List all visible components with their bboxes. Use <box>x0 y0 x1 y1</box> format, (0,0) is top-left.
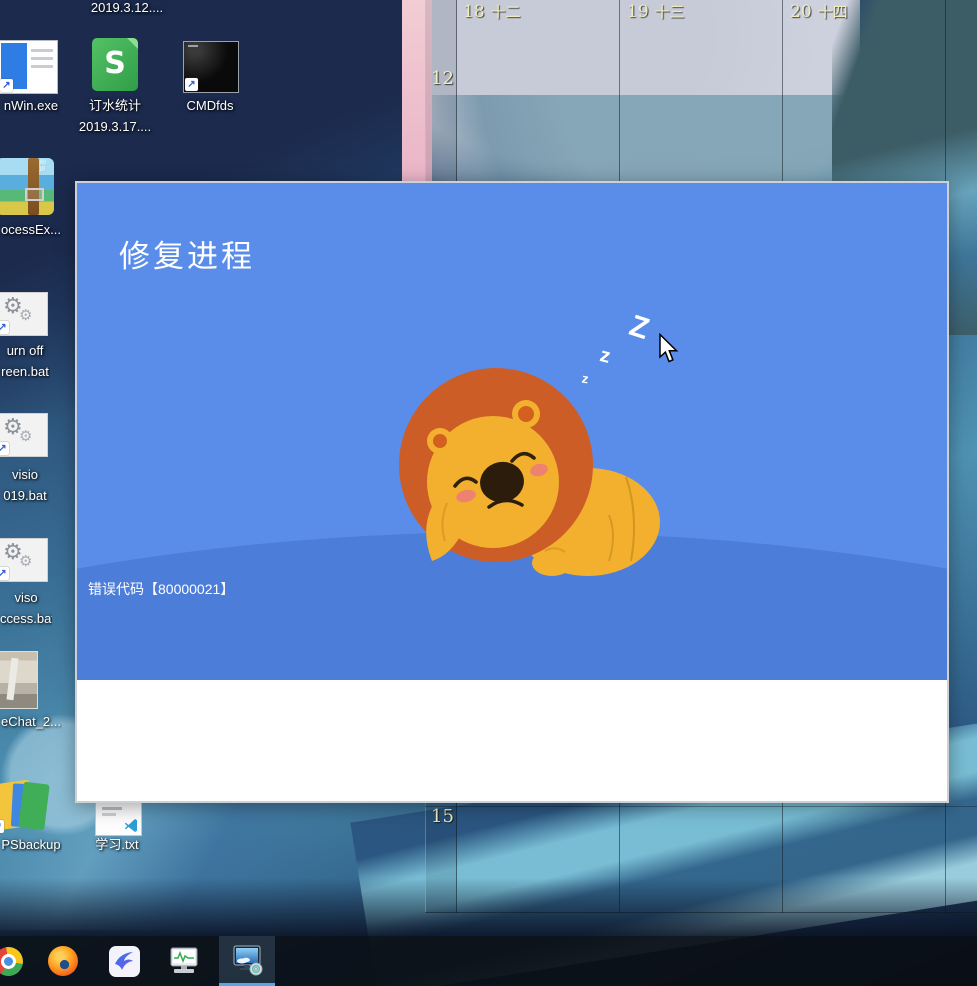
installer-window-icon: ↗ <box>0 40 58 94</box>
calendar-week-number: 12 <box>431 68 454 89</box>
shortcut-arrow-icon: ↗ <box>0 321 9 334</box>
text-file-vscode-icon <box>95 801 142 836</box>
vscode-logo-icon <box>124 819 137 832</box>
firefox-icon <box>48 946 78 976</box>
calendar-gridline <box>425 806 977 807</box>
calendar-gridline <box>425 912 977 913</box>
repair-process-dialog: 修复进程 Z z z 错误代码【80000021】 <box>75 181 949 803</box>
zip-archive-icon: 360 ZIP <box>0 158 54 215</box>
dialog-title: 修复进程 <box>119 239 255 274</box>
sleeping-lion-illustration <box>399 368 660 576</box>
taskbar-system-repair-button-active[interactable] <box>219 936 275 986</box>
taskbar <box>0 936 977 986</box>
shortcut-arrow-icon: ↗ <box>0 442 9 455</box>
wps-spreadsheet-icon: S <box>92 38 138 91</box>
taskbar-firefox-button[interactable] <box>41 936 85 986</box>
taskbar-chrome-button[interactable] <box>0 936 30 986</box>
batch-file-gears-icon: ⚙ ⚙ ↗ <box>0 538 48 582</box>
mouse-cursor-icon <box>659 333 679 363</box>
system-repair-icon <box>233 945 263 976</box>
batch-file-gears-icon: ⚙ ⚙ ↗ <box>0 413 48 457</box>
shortcut-arrow-icon: ↗ <box>0 820 4 833</box>
calendar-day-cell: 20 十四 <box>790 2 848 22</box>
backup-folders-icon: ↗ <box>0 779 50 834</box>
snore-z-large: Z <box>625 309 654 347</box>
calendar-day-cell: 19 十三 <box>627 2 685 22</box>
dialog-blue-panel: 修复进程 Z z z 错误代码【80000021】 <box>77 183 947 680</box>
error-code-text: 错误代码【80000021】 <box>88 581 235 597</box>
shortcut-arrow-icon: ↗ <box>0 79 13 92</box>
hardware-monitor-icon <box>170 947 198 973</box>
shortcut-arrow-icon: ↗ <box>0 567 9 580</box>
batch-file-gears-icon: ⚙ ⚙ ↗ <box>0 292 48 336</box>
photo-thumbnail-icon <box>0 651 38 709</box>
desktop-icon-label-2019312[interactable]: 2019.3.12.... <box>67 0 187 18</box>
xunlei-thunder-icon <box>108 945 140 977</box>
shortcut-arrow-icon: ↗ <box>185 78 198 91</box>
taskbar-hardware-monitor-button[interactable] <box>162 936 206 986</box>
taskbar-xunlei-button[interactable] <box>102 936 146 986</box>
chrome-icon <box>0 946 23 976</box>
cmd-terminal-icon: ↗ <box>183 41 239 93</box>
calendar-week-number: 15 <box>431 806 454 827</box>
desktop: 12 15 18 十二 19 十三 20 十四 2019.3.12.... ↗ nWi… <box>0 0 977 986</box>
dialog-footer <box>77 680 947 801</box>
calendar-day-cell: 18 十二 <box>463 2 521 22</box>
